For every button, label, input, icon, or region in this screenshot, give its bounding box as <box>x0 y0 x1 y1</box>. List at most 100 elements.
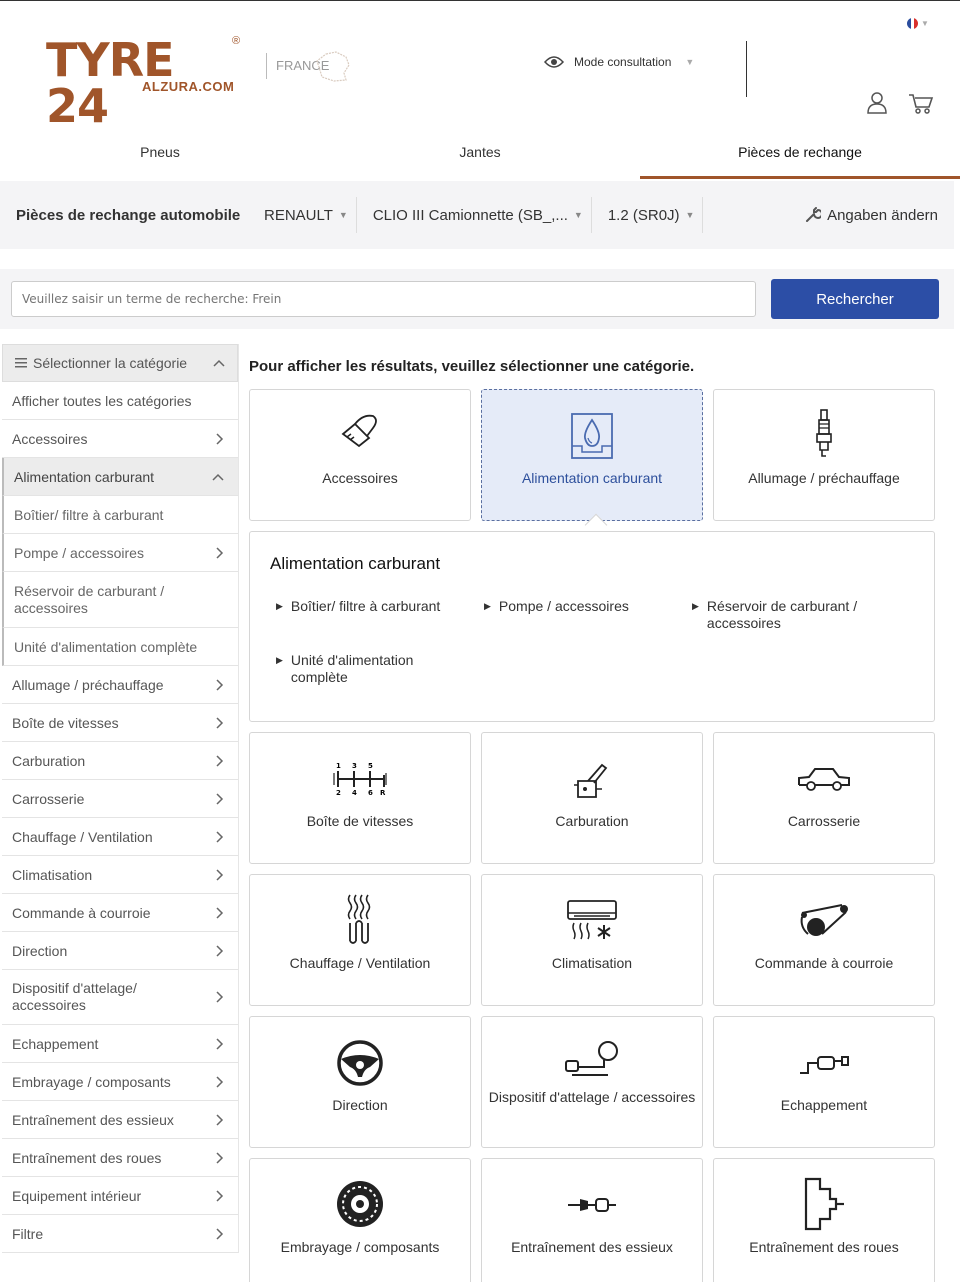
tab-pieces-de-rechange[interactable]: Pièces de rechange <box>640 130 960 179</box>
mode-consultation-toggle[interactable]: Mode consultation ▼ <box>544 55 694 69</box>
accessories-icon <box>341 414 377 448</box>
tab-jantes[interactable]: Jantes <box>320 130 640 179</box>
tile-label: Climatisation <box>551 955 633 971</box>
sidebar-item-label: Chauffage / Ventilation <box>12 828 153 845</box>
category-selector-header[interactable]: Sélectionner la catégorie <box>2 344 238 382</box>
tile-label: Alimentation carburant <box>521 470 663 486</box>
subcategory-link-unite-alimentation[interactable]: ▶ Unité d'alimentation complète <box>276 652 446 686</box>
tile-label: Commande à courroie <box>754 955 894 971</box>
category-tile-accessoires[interactable]: Accessoires <box>249 389 471 521</box>
category-selector-label: Sélectionner la catégorie <box>33 355 188 371</box>
sidebar-item-entrainement-essieux[interactable]: Entraînement des essieux <box>2 1101 238 1139</box>
change-vehicle-button[interactable]: Angaben ändern <box>805 207 938 224</box>
caret-right-icon: ▶ <box>484 601 491 611</box>
sidebar-item-label: Carrosserie <box>12 790 85 807</box>
sidebar-item-filtre[interactable]: Filtre <box>2 1215 238 1253</box>
sidebar-item-label: Unité d'alimentation complète <box>14 638 198 655</box>
engine-select-value: 1.2 (SR0J) <box>607 206 680 224</box>
chevron-right-icon <box>216 546 224 559</box>
subcategory-link-reservoir[interactable]: ▶ Réservoir de carburant / accessoires <box>692 598 892 632</box>
sidebar-item-climatisation[interactable]: Climatisation <box>2 856 238 894</box>
vehicle-selection-bar: Pièces de rechange automobile RENAULT ▼ … <box>0 181 954 249</box>
subcategory-link-boitier-filtre[interactable]: ▶ Boîtier/ filtre à carburant <box>276 598 440 615</box>
category-tile-entrainement-essieux[interactable]: Entraînement des essieux <box>481 1158 703 1282</box>
chevron-right-icon <box>216 1075 224 1088</box>
subcategory-link-label: Boîtier/ filtre à carburant <box>290 598 441 614</box>
chevron-up-icon <box>213 359 225 367</box>
subcategory-panel-title: Alimentation carburant <box>270 554 441 573</box>
gear-number: R <box>380 789 386 797</box>
chevron-right-icon <box>216 1113 224 1126</box>
wrench-icon <box>806 207 822 222</box>
sidebar-item-boite-vitesses[interactable]: Boîte de vitesses <box>2 704 238 742</box>
category-tile-carburation[interactable]: Carburation <box>481 732 703 864</box>
category-tile-carrosserie[interactable]: Carrosserie <box>713 732 935 864</box>
gear-number: 3 <box>352 762 357 770</box>
chevron-right-icon <box>216 944 224 957</box>
sidebar-item-direction[interactable]: Direction <box>2 932 238 970</box>
main-tabs: Pneus Jantes Pièces de rechange <box>0 130 960 179</box>
search-input[interactable] <box>11 281 756 317</box>
subcategory-link-label: Pompe / accessoires <box>498 598 629 614</box>
chevron-right-icon <box>216 1227 224 1240</box>
chevron-right-icon <box>216 678 224 691</box>
cart-icon[interactable] <box>908 93 934 115</box>
header-divider <box>746 41 747 97</box>
tile-label: Chauffage / Ventilation <box>289 955 431 971</box>
category-tile-embrayage[interactable]: Embrayage / composants <box>249 1158 471 1282</box>
sidebar-item-equipement-interieur[interactable]: Equipement intérieur <box>2 1177 238 1215</box>
category-tile-boite-vitesses[interactable]: 1 3 5 2 4 6 R Boîte de vitesses <box>249 732 471 864</box>
chevron-down-icon: ▼ <box>685 57 695 67</box>
sidebar-subitem-boitier-filtre[interactable]: Boîtier/ filtre à carburant <box>2 496 238 534</box>
chevron-right-icon <box>216 1189 224 1202</box>
sidebar-item-carburation[interactable]: Carburation <box>2 742 238 780</box>
engine-select[interactable]: 1.2 (SR0J) ▼ <box>592 197 704 233</box>
category-tile-echappement[interactable]: Echappement <box>713 1016 935 1148</box>
sidebar-item-embrayage[interactable]: Embrayage / composants <box>2 1063 238 1101</box>
category-tile-climatisation[interactable]: Climatisation <box>481 874 703 1006</box>
sidebar-item-alimentation-carburant[interactable]: Alimentation carburant <box>2 458 238 496</box>
sidebar-item-accessoires[interactable]: Accessoires <box>2 420 238 458</box>
sidebar-item-entrainement-roues[interactable]: Entraînement des roues <box>2 1139 238 1177</box>
sidebar-item-dispositif-attelage[interactable]: Dispositif d'attelage/ accessoires <box>2 970 238 1025</box>
category-tile-commande-courroie[interactable]: Commande à courroie <box>713 874 935 1006</box>
list-icon <box>15 358 27 368</box>
brand-select[interactable]: RENAULT ▼ <box>248 197 357 233</box>
category-tile-chauffage[interactable]: Chauffage / Ventilation <box>249 874 471 1006</box>
category-tile-alimentation-carburant[interactable]: Alimentation carburant <box>481 389 703 521</box>
air-conditioning-icon <box>567 900 617 940</box>
sidebar-item-chauffage[interactable]: Chauffage / Ventilation <box>2 818 238 856</box>
tile-label: Echappement <box>780 1097 868 1113</box>
gear-number: 2 <box>336 789 341 797</box>
category-tile-dispositif-attelage[interactable]: Dispositif d'attelage / accessoires <box>481 1016 703 1148</box>
chevron-right-icon <box>216 716 224 729</box>
chevron-up-icon <box>212 473 224 481</box>
model-select[interactable]: CLIO III Camionnette (SB_,... ▼ <box>357 197 592 233</box>
sidebar-item-label: Commande à courroie <box>12 904 151 921</box>
search-button[interactable]: Rechercher <box>771 279 939 319</box>
sidebar-item-commande-courroie[interactable]: Commande à courroie <box>2 894 238 932</box>
sidebar-item-echappement[interactable]: Echappement <box>2 1025 238 1063</box>
sidebar-item-show-all[interactable]: Afficher toutes les catégories <box>2 382 238 420</box>
chevron-down-icon: ▼ <box>921 19 929 28</box>
category-tile-allumage[interactable]: Allumage / préchauffage <box>713 389 935 521</box>
tab-pneus[interactable]: Pneus <box>0 130 320 179</box>
sidebar-item-carrosserie[interactable]: Carrosserie <box>2 780 238 818</box>
tile-label: Dispositif d'attelage / accessoires <box>488 1089 696 1105</box>
exhaust-icon <box>800 1056 849 1074</box>
carburetor-icon <box>574 763 608 798</box>
user-icon[interactable] <box>866 91 888 115</box>
sidebar-item-allumage[interactable]: Allumage / préchauffage <box>2 666 238 704</box>
change-vehicle-label: Angaben ändern <box>827 206 938 224</box>
sidebar-subitem-reservoir[interactable]: Réservoir de carburant / accessoires <box>2 572 238 628</box>
search-bar: Rechercher <box>0 269 954 329</box>
belt-drive-icon <box>800 904 848 936</box>
sidebar-item-label: Embrayage / composants <box>12 1073 171 1090</box>
subcategory-link-pompe[interactable]: ▶ Pompe / accessoires <box>484 598 629 615</box>
language-selector[interactable]: ▼ <box>907 18 929 29</box>
sidebar-subitem-unite-alimentation[interactable]: Unité d'alimentation complète <box>2 628 238 666</box>
category-tile-direction[interactable]: Direction <box>249 1016 471 1148</box>
tyre24-logo[interactable]: TYRE 24 ® ALZURA.COM <box>46 35 246 129</box>
category-tile-entrainement-roues[interactable]: Entraînement des roues <box>713 1158 935 1282</box>
sidebar-subitem-pompe[interactable]: Pompe / accessoires <box>2 534 238 572</box>
